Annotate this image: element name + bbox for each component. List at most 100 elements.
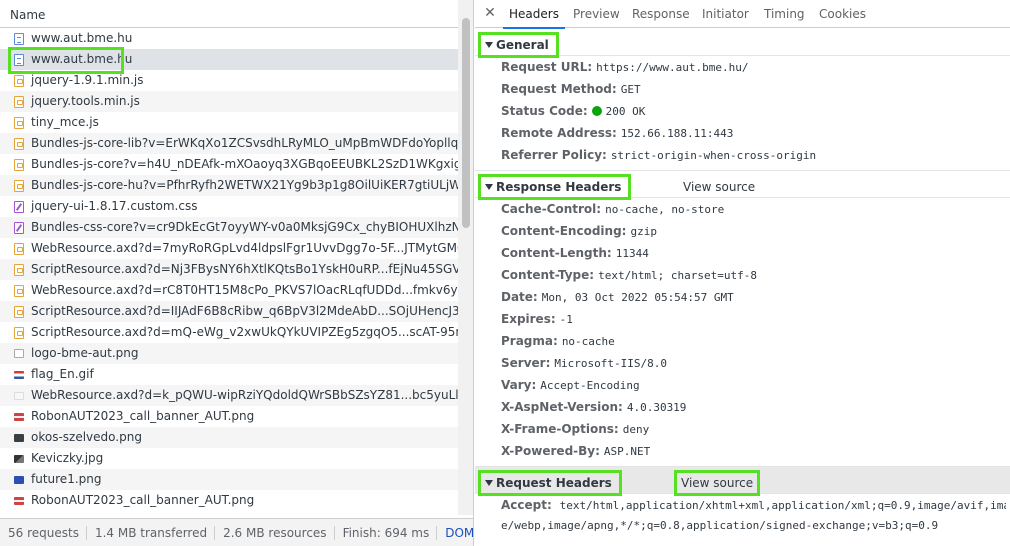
general-section-title[interactable]: General [478,32,559,58]
request-row[interactable]: www.aut.bme.hu [0,28,458,49]
accept-header-row: Accept: text/html,application/xhtml+xml,… [501,495,1006,515]
request-row[interactable]: Bundles-js-core-hu?v=PfhrRyfh2WETWX21Yg9… [0,175,458,196]
request-details-pane: ✕ Headers Preview Response Initiator Tim… [475,0,1010,546]
image-file-icon [14,349,24,358]
close-icon[interactable]: ✕ [482,5,498,21]
request-row[interactable]: WebResource.axd?d=rC8T0HT15M8cPo_PKVS7lO… [0,280,458,301]
tab-initiator[interactable]: Initiator [702,0,749,28]
request-row[interactable]: tiny_mce.js [0,112,458,133]
request-row[interactable]: Bundles-js-core?v=h4U_nDEAfk-mXOaoyq3XGB… [0,154,458,175]
request-row[interactable]: logo-bme-aut.png [0,343,458,364]
tab-timing[interactable]: Timing [764,0,805,28]
request-name: WebResource.axd?d=k_pQWU-wipRziYQdoldQWr… [31,388,458,402]
request-row[interactable]: Bundles-js-core-lib?v=ErWKqXo1ZCSvsdhLRy… [0,133,458,154]
request-row[interactable]: ScriptResource.axd?d=mQ-eWg_v2xwUkQYkUVI… [0,322,458,343]
request-name: jquery.tools.min.js [31,94,140,108]
request-row[interactable]: jquery.tools.min.js [0,91,458,112]
header-key: Remote Address: [501,126,617,140]
name-column-header[interactable]: Name [0,0,458,28]
response-view-source-button[interactable]: View source [676,174,762,200]
request-list-scrollbar[interactable] [458,0,473,515]
request-row[interactable]: WebResource.axd?d=7myRoRGpLvd4ldpslFgr1U… [0,238,458,259]
request-row[interactable]: Bundles-css-core?v=cr9DkEcGt7oyyWY-v0a0M… [0,217,458,238]
request-name: Bundles-js-core-lib?v=ErWKqXo1ZCSvsdhLRy… [31,136,458,150]
header-value: gzip [630,225,657,238]
header-key: Content-Encoding: [501,224,627,238]
triangle-down-icon [485,480,493,486]
header-row: Vary: Accept-Encoding [501,374,1006,396]
accept-value-line-2: e/webp,image/apng,*/*;q=0.8,application/… [501,519,939,532]
request-row[interactable]: okos-szelvedo.png [0,427,458,448]
request-row[interactable]: ScriptResource.axd?d=IIJAdF6B8cRibw_q6Bp… [0,301,458,322]
request-name: Keviczky.jpg [31,451,104,465]
tab-headers[interactable]: Headers [503,0,565,29]
request-row[interactable]: WebResource.axd?d=k_pQWU-wipRziYQdoldQWr… [0,385,458,406]
response-headers-title[interactable]: Response Headers [478,174,632,200]
request-row[interactable]: www.aut.bme.hu [0,49,458,70]
header-row: X-Powered-By: ASP.NET [501,440,1006,462]
request-name: Bundles-css-core?v=cr9DkEcGt7oyyWY-v0a0M… [31,220,458,234]
js-file-icon [14,243,24,255]
header-row: Remote Address: 152.66.188.11:443 [501,122,1006,144]
request-headers-section-header[interactable]: Request Headers View source [475,466,1010,496]
js-file-icon [14,264,24,276]
header-row: Cache-Control: no-cache, no-store [501,198,1006,220]
header-key: Status Code: [501,104,588,118]
status-ok-icon [591,106,602,116]
header-key: Date: [501,290,538,304]
scrollbar-thumb[interactable] [462,18,470,228]
request-row[interactable]: future1.png [0,469,458,490]
response-headers-section-header[interactable]: Response Headers View source [475,170,1010,200]
header-row: Server: Microsoft-IIS/8.0 [501,352,1006,374]
triangle-down-icon [485,42,493,48]
header-row: Expires: -1 [501,308,1006,330]
header-value: Mon, 03 Oct 2022 05:54:57 GMT [541,291,734,304]
request-name: WebResource.axd?d=7myRoRGpLvd4ldpslFgr1U… [31,241,458,255]
header-value: 11344 [615,247,649,260]
header-key: X-AspNet-Version: [501,400,623,414]
header-key: Referrer Policy: [501,148,607,162]
header-row: Referrer Policy: strict-origin-when-cross… [501,144,1006,166]
header-key: X-Powered-By: [501,444,600,458]
request-view-source-button[interactable]: View source [674,470,761,496]
js-file-icon [14,75,24,87]
domcontentloaded-link[interactable]: DOMConte [437,526,473,540]
request-headers-title[interactable]: Request Headers [478,470,622,496]
image-file-icon [14,392,24,400]
general-title-text: General [496,38,549,52]
request-name: RobonAUT2023_call_banner_AUT.png [31,409,255,423]
details-tabbar: ✕ Headers Preview Response Initiator Tim… [475,0,1010,29]
js-file-icon [14,96,24,108]
headers-panel: General Request URL: https://www.aut.bme.… [475,29,1010,546]
header-row: Request Method: GET [501,78,1006,100]
tab-response[interactable]: Response [632,0,690,28]
image-file-icon [14,455,24,463]
triangle-down-icon [485,184,493,190]
request-name: Bundles-js-core?v=h4U_nDEAfk-mXOaoyq3XGB… [31,157,458,171]
header-row: X-AspNet-Version: 4.0.30319 [501,396,1006,418]
request-row[interactable]: flag_En.gif [0,364,458,385]
css-file-icon [14,201,24,213]
request-name: ScriptResource.axd?d=Nj3FBysNY6hXtlKQtsB… [31,262,458,276]
js-file-icon [14,285,24,297]
request-name: ScriptResource.axd?d=IIJAdF6B8cRibw_q6Bp… [31,304,458,318]
request-row[interactable]: jquery-ui-1.8.17.custom.css [0,196,458,217]
request-row[interactable]: jquery-1.9.1.min.js [0,70,458,91]
tab-cookies[interactable]: Cookies [819,0,866,28]
request-row[interactable]: ScriptResource.axd?d=Nj3FBysNY6hXtlKQtsB… [0,259,458,280]
header-key: Content-Length: [501,246,612,260]
request-row[interactable]: Keviczky.jpg [0,448,458,469]
request-list: www.aut.bme.hu www.aut.bme.hu jquery-1.9.1… [0,28,458,515]
header-value: 200 OK [605,105,646,118]
tab-preview[interactable]: Preview [573,0,620,28]
header-value: -1 [559,313,573,326]
header-key: Content-Type: [501,268,595,282]
request-name: tiny_mce.js [31,115,99,129]
request-row[interactable]: RobonAUT2023_call_banner_AUT.png [0,406,458,427]
header-value: Accept-Encoding [540,379,640,392]
general-section-header[interactable]: General [475,29,1010,58]
request-row[interactable]: RobonAUT2023_call_banner_AUT.png [0,490,458,511]
request-name: flag_En.gif [31,367,94,381]
finish-time: Finish: 694 ms [335,526,438,540]
request-name: jquery-ui-1.8.17.custom.css [31,199,198,213]
